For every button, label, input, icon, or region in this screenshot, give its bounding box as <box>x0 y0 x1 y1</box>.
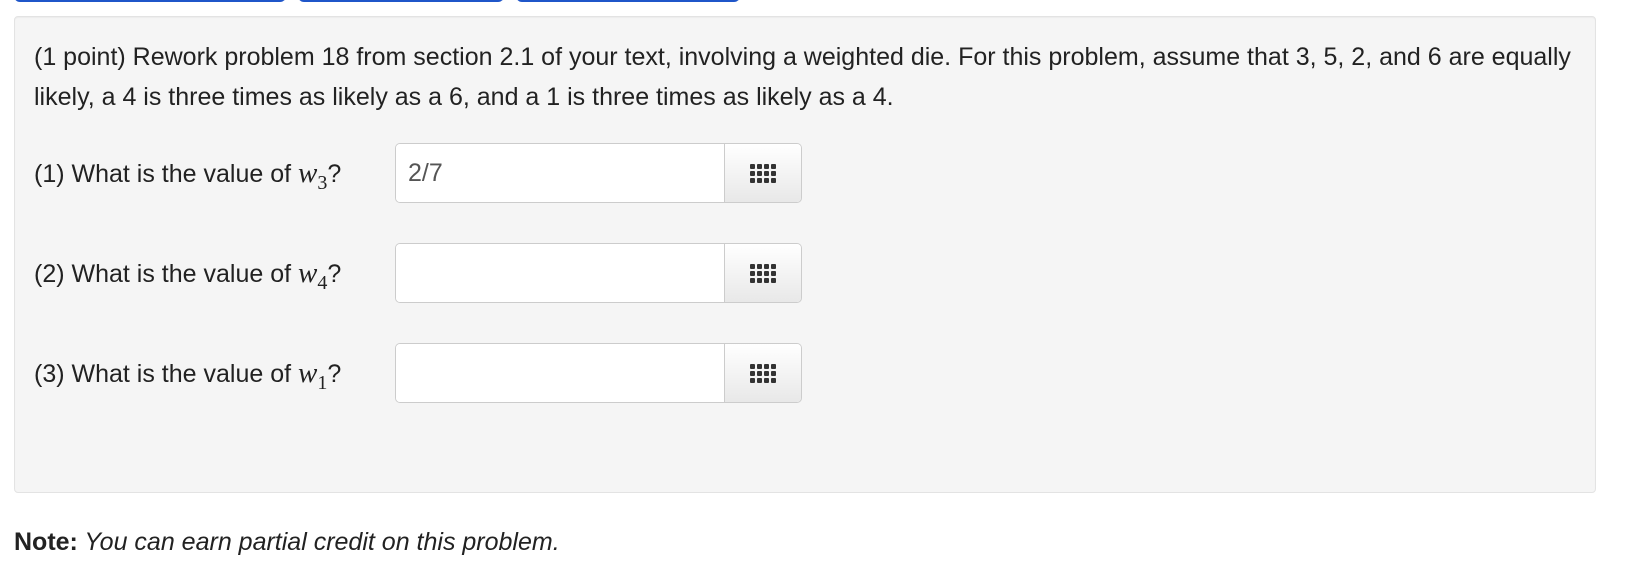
question-label-2: (2) What is the value of w4? <box>34 256 395 294</box>
question-row-3: (3) What is the value of w1? <box>34 343 802 403</box>
math-variable: w <box>298 356 318 389</box>
answer-input-1[interactable] <box>396 144 724 202</box>
top-tab-strip <box>0 0 760 6</box>
answer-input-2[interactable] <box>396 244 724 302</box>
math-variable: w <box>298 256 318 289</box>
question-prefix: (3) What is the value of <box>34 359 299 388</box>
answer-group-3 <box>395 343 802 403</box>
top-tab-2[interactable] <box>298 0 504 2</box>
question-label-1: (1) What is the value of w3? <box>34 156 395 194</box>
answer-input-3[interactable] <box>396 344 724 402</box>
top-tab-1[interactable] <box>14 0 286 2</box>
answer-group-1 <box>395 143 802 203</box>
question-prefix: (2) What is the value of <box>34 259 299 288</box>
question-row-1: (1) What is the value of w3? <box>34 143 802 203</box>
math-subscript: 3 <box>317 171 328 194</box>
math-variable: w <box>298 156 318 189</box>
partial-credit-note: Note: You can earn partial credit on thi… <box>14 522 560 562</box>
math-subscript: 4 <box>317 271 328 294</box>
note-text: You can earn partial credit on this prob… <box>77 528 560 556</box>
question-suffix: ? <box>327 159 342 188</box>
math-subscript: 1 <box>317 371 328 394</box>
problem-statement: (1 point) Rework problem 18 from section… <box>34 43 1571 111</box>
question-row-2: (2) What is the value of w4? <box>34 243 802 303</box>
answer-group-2 <box>395 243 802 303</box>
top-tab-3[interactable] <box>516 0 740 2</box>
note-label: Note: <box>14 528 78 556</box>
grid-icon <box>750 263 776 283</box>
grid-icon <box>750 363 776 383</box>
grid-icon <box>750 163 776 183</box>
equation-palette-button-2[interactable] <box>724 244 801 302</box>
equation-palette-button-1[interactable] <box>724 144 801 202</box>
question-suffix: ? <box>327 359 342 388</box>
question-suffix: ? <box>327 259 342 288</box>
question-label-3: (3) What is the value of w1? <box>34 356 395 394</box>
question-prefix: (1) What is the value of <box>34 159 299 188</box>
equation-palette-button-3[interactable] <box>724 344 801 402</box>
problem-panel: (1 point) Rework problem 18 from section… <box>14 16 1596 493</box>
